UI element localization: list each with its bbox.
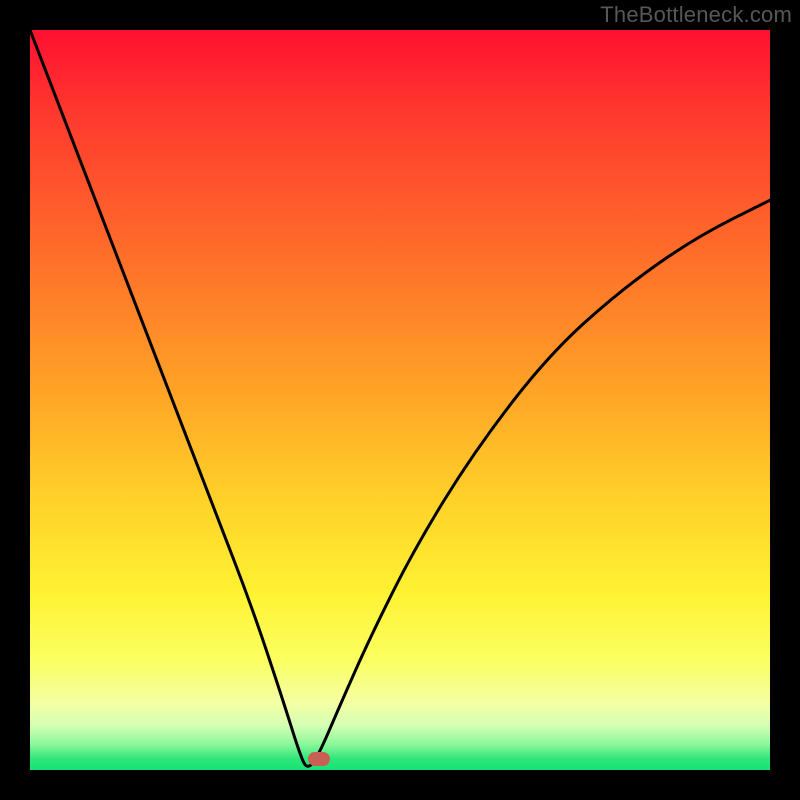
chart-frame: TheBottleneck.com — [0, 0, 800, 800]
plot-area — [30, 30, 770, 770]
minimum-marker — [308, 752, 330, 766]
bottleneck-curve — [30, 30, 770, 770]
watermark-text: TheBottleneck.com — [600, 2, 792, 28]
